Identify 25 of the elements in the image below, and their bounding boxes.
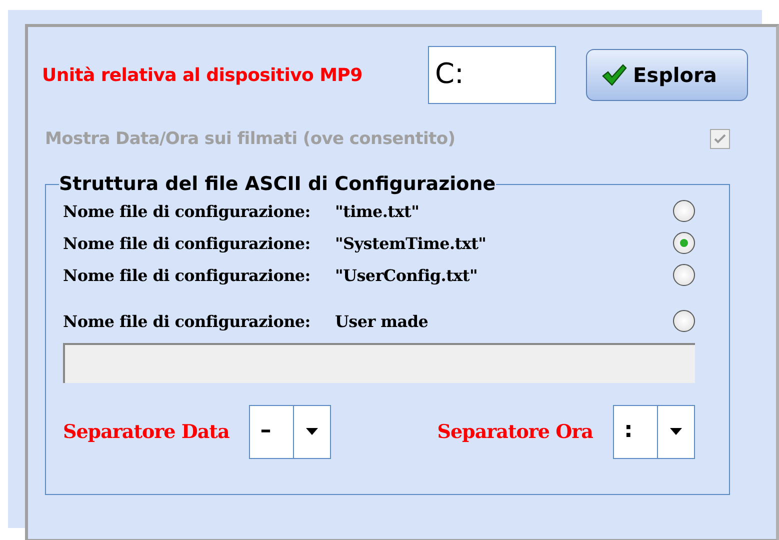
dropdown-arrow-icon bbox=[670, 428, 682, 436]
separator-label: Separatore Ora bbox=[437, 421, 593, 443]
separator-label: Separatore Data bbox=[63, 421, 230, 443]
option-value: User made bbox=[335, 312, 430, 330]
option-label: Nome file di configurazione: bbox=[63, 202, 312, 220]
dropdown-arrow-icon bbox=[306, 428, 318, 436]
option-value: "SystemTime.txt" bbox=[335, 234, 488, 252]
radio-button[interactable] bbox=[673, 310, 695, 332]
show-datetime-label: Mostra Data/Ora sui filmati (ove consentito) bbox=[45, 129, 456, 149]
drive-label: Unità relativa al dispositivo MP9 bbox=[42, 64, 364, 86]
option-label: Nome file di configurazione: bbox=[63, 266, 312, 284]
radio-button[interactable] bbox=[673, 232, 695, 254]
browse-button[interactable]: Esplora bbox=[586, 49, 748, 101]
option-value: "time.txt" bbox=[335, 202, 420, 220]
radio-button[interactable] bbox=[673, 264, 695, 286]
drive-field[interactable]: C: bbox=[428, 46, 556, 104]
separator-dropdown[interactable]: : bbox=[613, 405, 695, 459]
option-label: Nome file di configurazione: bbox=[63, 234, 312, 252]
group-title: Struttura del file ASCII di Configurazione bbox=[59, 173, 496, 195]
separator-dropdown[interactable]: – bbox=[249, 405, 332, 459]
option-label: Nome file di configurazione: bbox=[63, 312, 312, 330]
checkmark-icon bbox=[601, 63, 627, 87]
radio-button[interactable] bbox=[673, 200, 695, 222]
option-value: "UserConfig.txt" bbox=[335, 266, 479, 284]
checkmark-icon bbox=[713, 132, 727, 146]
